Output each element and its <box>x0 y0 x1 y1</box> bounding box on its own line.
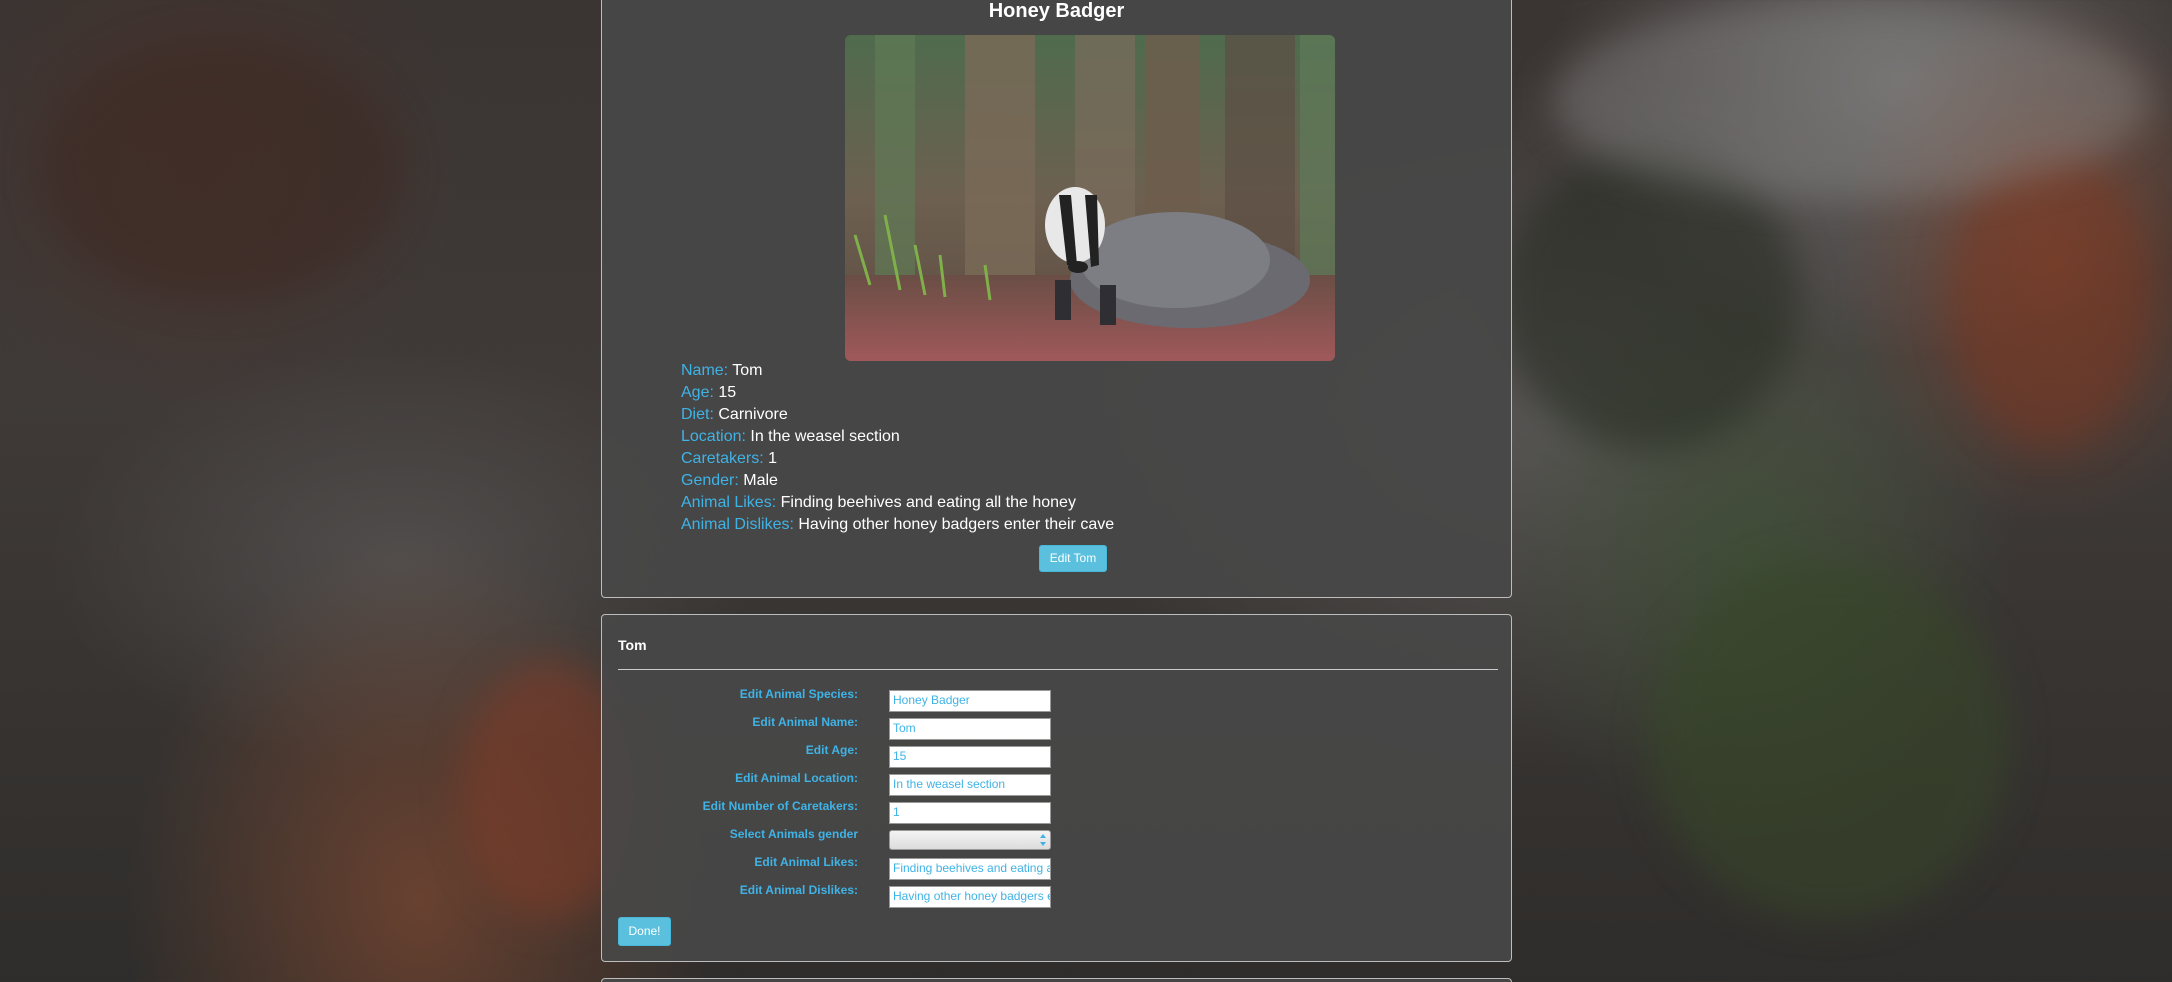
form-row-gender: Select Animals gender <box>602 827 1511 850</box>
detail-age-label: Age: <box>681 384 714 401</box>
dislikes-field-label: Edit Animal Dislikes: <box>739 883 858 897</box>
background-fog-blob <box>1550 0 2150 200</box>
edit-animal-button[interactable]: Edit Tom <box>1039 545 1107 572</box>
gender-select[interactable] <box>889 830 1051 850</box>
detail-caretakers: Caretakers: 1 <box>681 448 1114 470</box>
species-field[interactable]: Honey Badger <box>889 690 1051 712</box>
detail-location: Location: In the weasel section <box>681 426 1114 448</box>
form-row-name: Edit Animal Name: Tom <box>602 715 1511 740</box>
age-field-label: Edit Age: <box>805 743 858 757</box>
next-animal-card <box>601 978 1512 982</box>
dislikes-field[interactable]: Having other honey badgers enter their c… <box>889 886 1051 908</box>
age-field[interactable]: 15 <box>889 746 1051 768</box>
edit-animal-form: Tom Edit Animal Species: Honey Badger Ed… <box>601 614 1512 962</box>
species-field-label: Edit Animal Species: <box>739 687 858 701</box>
detail-gender-label: Gender: <box>681 472 739 489</box>
detail-name-value: Tom <box>732 362 763 379</box>
detail-likes-value: Finding beehives and eating all the hone… <box>780 494 1076 511</box>
detail-diet-value: Carnivore <box>718 406 788 423</box>
detail-gender-value: Male <box>743 472 778 489</box>
detail-likes: Animal Likes: Finding beehives and eatin… <box>681 492 1114 514</box>
likes-field-label: Edit Animal Likes: <box>754 855 858 869</box>
caretakers-field-label: Edit Number of Caretakers: <box>702 799 858 813</box>
form-row-species: Edit Animal Species: Honey Badger <box>602 687 1511 712</box>
background-forest-blob <box>1950 150 2150 450</box>
detail-age-value: 15 <box>718 384 737 401</box>
location-field-label: Edit Animal Location: <box>735 771 858 785</box>
form-row-location: Edit Animal Location: In the weasel sect… <box>602 771 1511 796</box>
detail-location-value: In the weasel section <box>750 428 900 445</box>
detail-diet-label: Diet: <box>681 406 714 423</box>
detail-dislikes-value: Having other honey badgers enter their c… <box>798 516 1115 533</box>
name-field-label: Edit Animal Name: <box>752 715 858 729</box>
detail-likes-label: Animal Likes: <box>681 494 777 511</box>
detail-name: Name: Tom <box>681 360 1114 382</box>
divider <box>618 669 1498 670</box>
badger-photo-illustration <box>845 35 1335 361</box>
form-row-age: Edit Age: 15 <box>602 743 1511 768</box>
select-arrows-icon <box>1040 834 1046 846</box>
animal-species-title: Honey Badger <box>988 0 1125 22</box>
name-field[interactable]: Tom <box>889 718 1051 740</box>
detail-caretakers-value: 1 <box>768 450 778 467</box>
caretakers-field[interactable]: 1 <box>889 802 1051 824</box>
gender-select-label: Select Animals gender <box>729 827 858 841</box>
detail-diet: Diet: Carnivore <box>681 404 1114 426</box>
detail-dislikes: Animal Dislikes: Having other honey badg… <box>681 514 1114 536</box>
detail-location-label: Location: <box>681 428 746 445</box>
detail-name-label: Name: <box>681 362 729 379</box>
background-forest-blob <box>1500 150 1800 450</box>
done-button[interactable]: Done! <box>618 917 671 946</box>
edit-form-heading: Tom <box>618 637 647 653</box>
background-forest-blob <box>40 40 400 300</box>
detail-age: Age: 15 <box>681 382 1114 404</box>
background-forest-blob <box>1650 560 2010 920</box>
likes-field[interactable]: Finding beehives and eating all the hone… <box>889 858 1051 880</box>
detail-caretakers-label: Caretakers: <box>681 450 764 467</box>
detail-gender: Gender: Male <box>681 470 1114 492</box>
badger-photo <box>845 35 1335 361</box>
animal-details-list: Name: Tom Age: 15 Diet: Carnivore Locati… <box>681 360 1114 536</box>
animal-detail-card: Honey Badger Name: Tom Age: 15 Diet: Car… <box>601 0 1512 598</box>
location-field[interactable]: In the weasel section <box>889 774 1051 796</box>
form-row-likes: Edit Animal Likes: Finding beehives and … <box>602 855 1511 880</box>
detail-dislikes-label: Animal Dislikes: <box>681 516 794 533</box>
form-row-caretakers: Edit Number of Caretakers: 1 <box>602 799 1511 824</box>
form-row-dislikes: Edit Animal Dislikes: Having other honey… <box>602 883 1511 908</box>
